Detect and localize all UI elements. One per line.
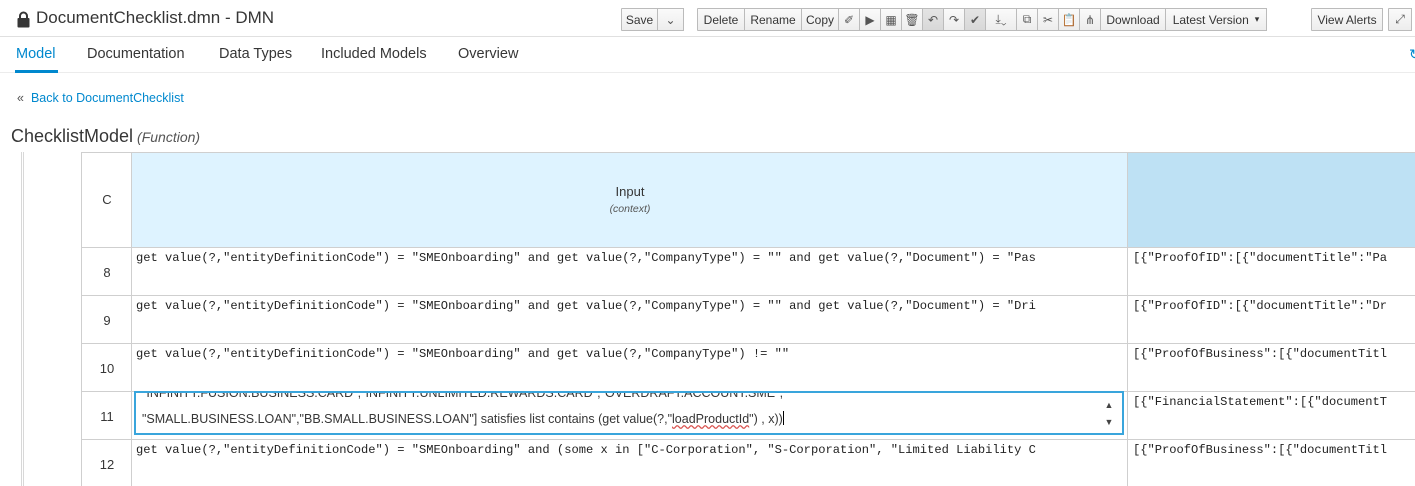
- play-icon[interactable]: ▶: [859, 8, 881, 31]
- latest-version-dropdown[interactable]: Latest Version ▾: [1165, 8, 1267, 31]
- input-header[interactable]: Input (context): [131, 152, 1128, 248]
- guide-line: [23, 152, 24, 486]
- row-number-cell: 12: [81, 439, 132, 486]
- row-number: 11: [100, 409, 114, 424]
- redo-icon[interactable]: ↷: [943, 8, 965, 31]
- refresh-icon[interactable]: ↻: [1409, 46, 1415, 63]
- expand-icon[interactable]: ⤢: [1388, 8, 1412, 31]
- latest-version-label: Latest Version: [1172, 12, 1249, 27]
- trash-icon[interactable]: 🗑: [901, 8, 923, 31]
- input-expression: get value(?,"entityDefinitionCode") = "S…: [136, 251, 1036, 265]
- tab-documentation[interactable]: Documentation: [87, 46, 185, 62]
- spellcheck-word: loadProductId: [672, 412, 750, 426]
- tab-included-models[interactable]: Included Models: [321, 46, 427, 62]
- row-number-cell: 8: [81, 247, 132, 296]
- editor-line-2-prefix: "SMALL.BUSINESS.LOAN","BB.SMALL.BUSINESS…: [142, 412, 673, 426]
- row-number: 12: [99, 457, 115, 472]
- output-expression: [{"ProofOfBusiness":[{"documentTitl: [1133, 443, 1388, 457]
- input-header-label: Input: [615, 184, 645, 199]
- delete-button[interactable]: Delete: [697, 8, 745, 31]
- cut-icon[interactable]: ✂: [1037, 8, 1059, 31]
- decision-table: C Input (context) 8 get value(?,"entityD…: [81, 152, 1415, 486]
- editor-line-2: "SMALL.BUSINESS.LOAN","BB.SMALL.BUSINESS…: [142, 411, 784, 426]
- output-cell[interactable]: [{"ProofOfID":[{"documentTitle":"Pa: [1127, 247, 1415, 296]
- output-expression: [{"ProofOfID":[{"documentTitle":"Dr: [1133, 299, 1388, 313]
- alerts-group: View Alerts: [1311, 8, 1383, 31]
- input-cell[interactable]: get value(?,"entityDefinitionCode") = "S…: [131, 295, 1128, 344]
- output-expression: [{"FinancialStatement":[{"documentT: [1133, 395, 1388, 409]
- title-bar: DocumentChecklist.dmn - DMN Save ⌄ Delet…: [0, 0, 1415, 37]
- editor-line-1: "INFINITY.FUSION.BUSINESS.CARD","INFINIT…: [142, 391, 784, 400]
- double-chevron-left-icon: «: [17, 91, 24, 105]
- view-alerts-button[interactable]: View Alerts: [1311, 8, 1383, 31]
- grid-icon[interactable]: ▦: [880, 8, 902, 31]
- export-icon[interactable]: ⤓⌄: [985, 8, 1017, 31]
- row-number: 9: [103, 313, 111, 328]
- output-cell[interactable]: [{"FinancialStatement":[{"documentT: [1127, 391, 1415, 440]
- hit-policy: C: [102, 192, 112, 207]
- eraser-icon[interactable]: ✐: [838, 8, 860, 31]
- page-title: ChecklistModel (Function): [11, 126, 200, 147]
- input-cell[interactable]: get value(?,"entityDefinitionCode") = "S…: [131, 247, 1128, 296]
- editor-line-2-suffix: ") , x)): [749, 412, 783, 426]
- model-name: ChecklistModel: [11, 126, 134, 146]
- hit-policy-cell[interactable]: C: [81, 152, 132, 248]
- scroll-down-arrow-icon[interactable]: ▼: [1102, 416, 1116, 428]
- output-expression: [{"ProofOfBusiness":[{"documentTitl: [1133, 347, 1388, 361]
- back-link[interactable]: « Back to DocumentChecklist: [17, 91, 184, 105]
- text-caret: [782, 411, 784, 425]
- tab-data-types[interactable]: Data Types: [219, 46, 292, 62]
- window-title: DocumentChecklist.dmn - DMN: [36, 8, 275, 27]
- row-number-cell: 10: [81, 343, 132, 392]
- lock-icon: [17, 11, 30, 28]
- input-header-type: (context): [609, 203, 651, 215]
- input-expression: get value(?,"entityDefinitionCode") = "S…: [136, 347, 790, 361]
- copy-button[interactable]: Copy: [801, 8, 839, 31]
- active-tab-indicator: [15, 70, 58, 73]
- expand-group: ⤢: [1388, 8, 1412, 31]
- tab-overview[interactable]: Overview: [458, 46, 518, 62]
- input-cell[interactable]: get value(?,"entityDefinitionCode") = "S…: [131, 343, 1128, 392]
- cell-editor-textarea[interactable]: "INFINITY.FUSION.BUSINESS.CARD","INFINIT…: [134, 391, 1124, 435]
- back-link-label: Back to DocumentChecklist: [30, 91, 184, 105]
- row-number-cell: 11: [81, 391, 132, 440]
- chevron-down-icon: ▾: [1254, 14, 1260, 24]
- model-kind: (Function): [137, 129, 201, 145]
- rename-button[interactable]: Rename: [744, 8, 802, 31]
- edit-group: Delete Rename Copy ✐ ▶ ▦ 🗑 ↶ ↷ ✔ ⤓⌄ ⧉ ✂ …: [697, 8, 1267, 31]
- save-button[interactable]: Save: [621, 8, 658, 31]
- output-expression: [{"ProofOfID":[{"documentTitle":"Pa: [1133, 251, 1388, 265]
- hierarchy-icon[interactable]: ⋔: [1079, 8, 1101, 31]
- paste-icon[interactable]: 📋: [1058, 8, 1080, 31]
- row-number: 10: [99, 361, 115, 376]
- editor-tabs: Model Documentation Data Types Included …: [0, 37, 1415, 73]
- output-cell[interactable]: [{"ProofOfID":[{"documentTitle":"Dr: [1127, 295, 1415, 344]
- save-group: Save ⌄: [621, 8, 684, 31]
- copy-icon[interactable]: ⧉: [1016, 8, 1038, 31]
- undo-icon[interactable]: ↶: [922, 8, 944, 31]
- row-number-cell: 9: [81, 295, 132, 344]
- download-button[interactable]: Download: [1100, 8, 1166, 31]
- input-expression: get value(?,"entityDefinitionCode") = "S…: [136, 443, 1036, 457]
- scroll-up-arrow-icon[interactable]: ▲: [1102, 399, 1116, 411]
- output-header[interactable]: [1127, 152, 1415, 248]
- row-number: 8: [103, 265, 111, 280]
- check-icon[interactable]: ✔: [964, 8, 986, 31]
- guide-line: [21, 152, 22, 486]
- tab-model[interactable]: Model: [16, 46, 56, 62]
- input-cell[interactable]: get value(?,"entityDefinitionCode") = "S…: [131, 439, 1128, 486]
- output-cell[interactable]: [{"ProofOfBusiness":[{"documentTitl: [1127, 439, 1415, 486]
- output-cell[interactable]: [{"ProofOfBusiness":[{"documentTitl: [1127, 343, 1415, 392]
- input-expression: get value(?,"entityDefinitionCode") = "S…: [136, 299, 1036, 313]
- caret-down-icon[interactable]: ⌄: [657, 8, 684, 31]
